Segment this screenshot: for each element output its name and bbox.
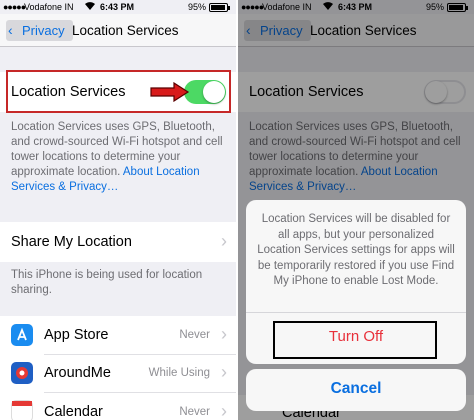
share-my-location-row[interactable]: Share My Location › [0, 222, 236, 262]
share-my-location-label: Share My Location [11, 234, 132, 250]
highlight-box [6, 70, 231, 113]
back-button[interactable]: ‹ Privacy [6, 20, 73, 41]
app-permission: Never [179, 329, 210, 341]
battery-icon [209, 3, 230, 12]
left-screen: ●●●●● Vodafone IN 6:43 PM 95% ‹ Privacy … [0, 0, 236, 420]
aroundme-icon [11, 362, 33, 384]
chevron-left-icon: ‹ [8, 22, 13, 38]
red-arrow-icon [150, 82, 190, 102]
chevron-right-icon: › [221, 362, 227, 382]
wifi-icon [84, 1, 96, 13]
app-name[interactable]: App Store [44, 327, 109, 343]
app-store-icon [11, 324, 33, 346]
battery-percent: 95% [187, 2, 206, 12]
back-button-label: Privacy [22, 23, 65, 38]
chevron-right-icon: › [221, 324, 227, 344]
page-title: Location Services [72, 23, 179, 38]
app-name[interactable]: AroundMe [44, 365, 111, 381]
chevron-right-icon: › [221, 231, 227, 251]
turn-off-button[interactable]: Turn Off [246, 328, 466, 345]
share-location-footnote: This iPhone is being used for location s… [11, 269, 203, 296]
location-services-description: Location Services uses GPS, Bluetooth, a… [11, 120, 226, 195]
cancel-button[interactable]: Cancel [246, 380, 466, 398]
turn-off-alert: Location Services will be disabled for a… [246, 200, 466, 364]
cancel-sheet: Cancel [246, 369, 466, 411]
app-permission: Never [179, 406, 210, 418]
carrier-label: Vodafone IN [24, 2, 74, 12]
status-bar: ●●●●● Vodafone IN 6:43 PM 95% [0, 0, 236, 14]
signal-icon: ●●●●● [3, 2, 26, 12]
navigation-bar: ‹ Privacy Location Services [0, 14, 236, 47]
calendar-icon [11, 400, 33, 420]
app-name[interactable]: Calendar [44, 404, 103, 420]
app-permission: While Using [148, 367, 210, 379]
app-list: App Store Never › AroundMe While Using ›… [0, 316, 236, 420]
alert-message: Location Services will be disabled for a… [257, 213, 455, 287]
chevron-right-icon: › [221, 401, 227, 420]
clock-label: 6:43 PM [100, 2, 135, 12]
right-screen: ●●●●● Vodafone IN 6:43 PM 95% ‹ Privacy … [238, 0, 474, 420]
